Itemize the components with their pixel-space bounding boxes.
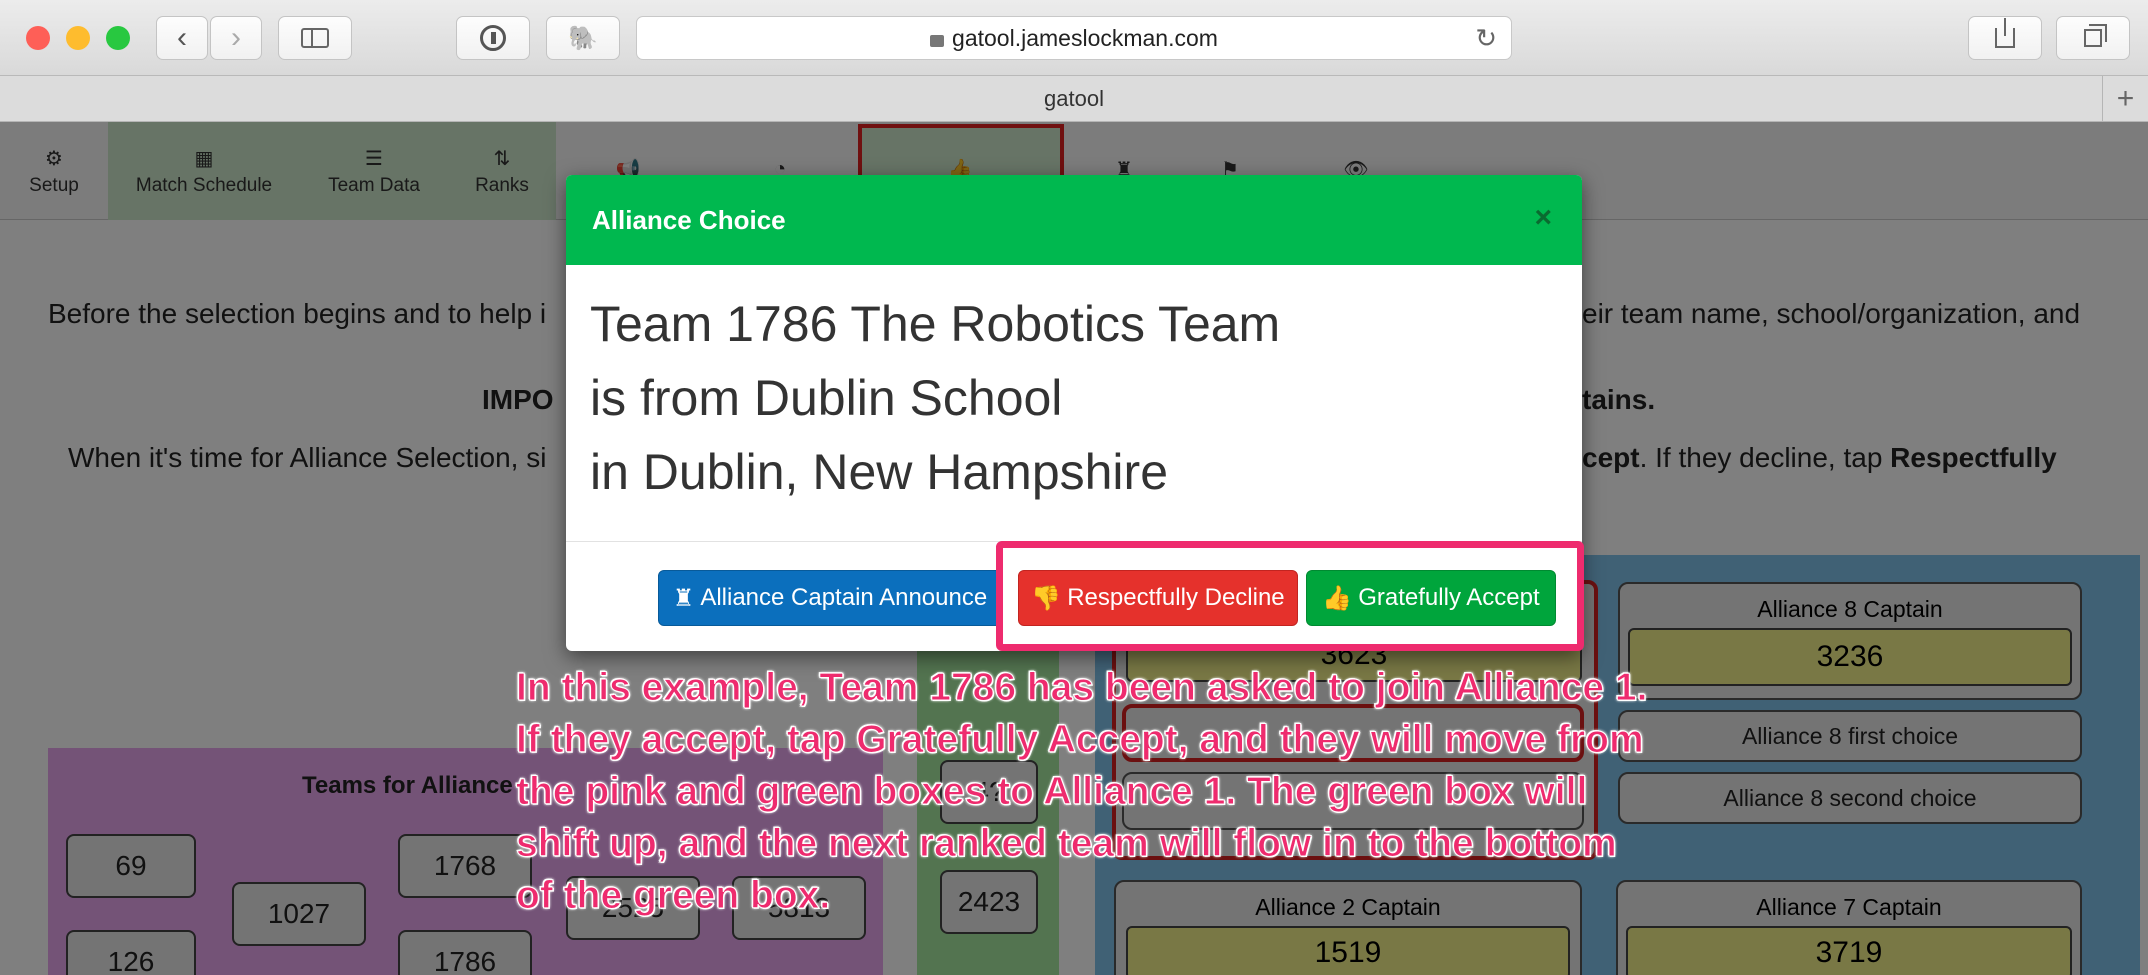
evernote-extension-button[interactable]: 🐘: [546, 16, 620, 60]
back-button[interactable]: ‹: [156, 16, 208, 60]
alliance-captain-announce-button[interactable]: ♜ Alliance Captain Announce: [658, 570, 1002, 626]
plus-icon: +: [2116, 82, 2135, 115]
modal-title: Alliance Choice: [592, 204, 786, 235]
annotation-line: shift up, and the next ranked team will …: [516, 822, 1618, 866]
key-circle-icon: [480, 25, 506, 51]
chevron-left-icon: ‹: [177, 21, 187, 54]
url-text: gatool.jameslockman.com: [952, 24, 1218, 51]
team-name-line: Team 1786 The Robotics Team: [590, 296, 1281, 352]
annotation-line: If they accept, tap Gratefully Accept, a…: [516, 718, 1645, 762]
share-icon: [1995, 18, 2015, 48]
new-tab-button[interactable]: +: [2102, 76, 2148, 122]
zoom-window-button[interactable]: [106, 26, 130, 50]
reload-icon[interactable]: ↻: [1475, 23, 1497, 54]
buttons-highlight-box: [996, 541, 1584, 651]
tabs-icon: [2084, 29, 2102, 47]
forward-button[interactable]: ›: [210, 16, 262, 60]
sidebar-icon: [301, 28, 329, 48]
address-bar[interactable]: gatool.jameslockman.com ↻: [636, 16, 1512, 60]
share-button[interactable]: [1968, 16, 2042, 60]
annotation-line: In this example, Team 1786 has been aske…: [515, 666, 1648, 710]
password-button[interactable]: [456, 16, 530, 60]
tab-title: gatool: [1044, 85, 1104, 111]
tab-gatool[interactable]: gatool: [0, 76, 2148, 122]
chevron-right-icon: ›: [231, 21, 241, 54]
minimize-window-button[interactable]: [66, 26, 90, 50]
annotation-line: the pink and green boxes to Alliance 1. …: [515, 770, 1588, 814]
lock-icon: [930, 35, 945, 47]
sidebar-button[interactable]: [278, 16, 352, 60]
annotation-line: of the green box.: [515, 874, 831, 918]
modal-header: Alliance Choice: [566, 175, 1582, 265]
modal-close-button[interactable]: ×: [1534, 201, 1552, 235]
button-label: Alliance Captain Announce: [700, 584, 988, 611]
elephant-icon: 🐘: [568, 24, 598, 52]
team-location-line: in Dublin, New Hampshire: [590, 444, 1169, 500]
close-window-button[interactable]: [26, 26, 50, 50]
tabs-overview-button[interactable]: [2056, 16, 2130, 60]
rook-icon: ♜: [672, 584, 695, 612]
team-school-line: is from Dublin School: [590, 370, 1063, 426]
